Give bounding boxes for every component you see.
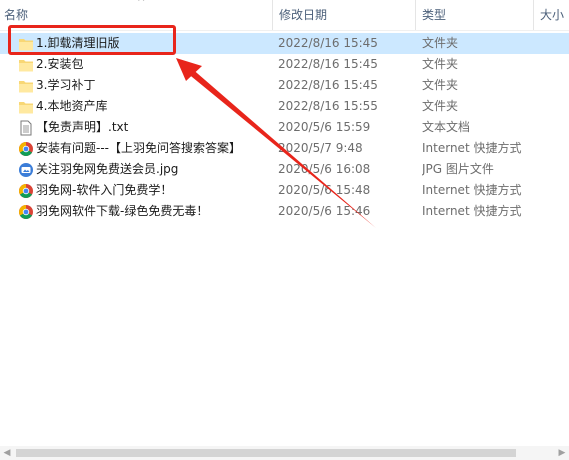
file-row[interactable]: 2.安装包 2022/8/16 15:45 文件夹 (0, 54, 569, 75)
file-date: 2022/8/16 15:45 (278, 78, 378, 92)
file-date: 2020/5/6 15:59 (278, 120, 371, 134)
file-name: 关注羽免网免费送会员.jpg (36, 162, 179, 176)
folder-icon (19, 102, 33, 114)
column-header-date[interactable]: 修改日期 (273, 0, 415, 30)
file-name: 羽免网-软件入门免费学！ (36, 183, 173, 197)
file-date: 2022/8/16 15:45 (278, 36, 378, 50)
file-row[interactable]: 4.本地资产库 2022/8/16 15:55 文件夹 (0, 96, 569, 117)
file-name: 羽免网软件下载-绿色免费无毒！ (36, 204, 209, 218)
file-type: JPG 图片文件 (422, 162, 494, 176)
file-name: 3.学习补丁 (36, 78, 96, 92)
column-header-type-label: 类型 (422, 8, 447, 22)
scroll-right-icon[interactable]: ▶ (555, 446, 569, 460)
file-date: 2022/8/16 15:45 (278, 57, 378, 71)
folder-icon (19, 81, 33, 93)
horizontal-scrollbar[interactable]: ◀ ▶ (0, 446, 569, 460)
file-name: 4.本地资产库 (36, 99, 108, 113)
file-row[interactable]: 关注羽免网免费送会员.jpg 2020/5/6 16:08 JPG 图片文件 (0, 159, 569, 180)
file-type: 文件夹 (422, 78, 459, 92)
column-header-date-label: 修改日期 (279, 8, 328, 22)
internet-shortcut-icon (19, 142, 33, 156)
scrollbar-thumb[interactable] (16, 449, 516, 457)
sort-up-icon: ^ (137, 0, 146, 8)
file-type: 文件夹 (422, 36, 459, 50)
file-row[interactable]: 3.学习补丁 2022/8/16 15:45 文件夹 (0, 75, 569, 96)
file-date: 2020/5/7 9:48 (278, 141, 363, 155)
file-type: Internet 快捷方式 (422, 204, 522, 218)
file-row[interactable]: 羽免网软件下载-绿色免费无毒！ 2020/5/6 15:46 Internet … (0, 201, 569, 222)
file-date: 2022/8/16 15:55 (278, 99, 378, 113)
file-date: 2020/5/6 16:08 (278, 162, 371, 176)
folder-icon (19, 60, 33, 72)
internet-shortcut-icon (19, 205, 33, 219)
file-row[interactable]: 羽免网-软件入门免费学！ 2020/5/6 15:48 Internet 快捷方… (0, 180, 569, 201)
file-row[interactable]: 安装有问题---【上羽免问答搜索答案】 2020/5/7 9:48 Intern… (0, 138, 569, 159)
file-name: 【免责声明】.txt (36, 120, 129, 134)
file-name: 2.安装包 (36, 57, 84, 71)
file-type: Internet 快捷方式 (422, 141, 522, 155)
annotation-highlight-box (8, 25, 176, 55)
file-type: 文件夹 (422, 57, 459, 71)
text-file-icon (20, 120, 32, 136)
file-date: 2020/5/6 15:48 (278, 183, 371, 197)
column-header-size[interactable]: 大小 (534, 0, 569, 30)
file-name: 安装有问题---【上羽免问答搜索答案】 (36, 141, 241, 155)
file-type: 文本文档 (422, 120, 471, 134)
file-type: 文件夹 (422, 99, 459, 113)
scroll-left-icon[interactable]: ◀ (0, 446, 14, 460)
file-row[interactable]: 【免责声明】.txt 2020/5/6 15:59 文本文档 (0, 117, 569, 138)
file-date: 2020/5/6 15:46 (278, 204, 371, 218)
internet-shortcut-icon (19, 184, 33, 198)
column-header-size-label: 大小 (540, 8, 565, 22)
column-header-type[interactable]: 类型 (416, 0, 533, 30)
image-file-icon (19, 163, 33, 177)
file-type: Internet 快捷方式 (422, 183, 522, 197)
